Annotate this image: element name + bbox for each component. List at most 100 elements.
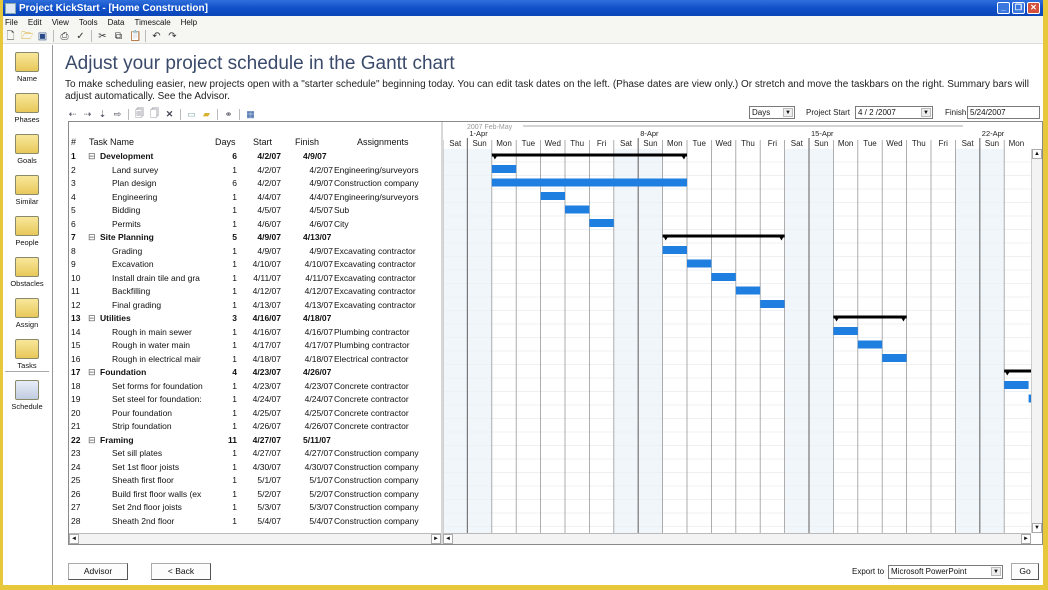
task-name[interactable]: Permits — [112, 219, 212, 229]
collapse-toggle-icon[interactable]: ⊟ — [88, 435, 98, 446]
task-start[interactable]: 4/23/07 — [237, 381, 281, 391]
task-row[interactable]: 10 Install drain tile and gra 1 4/11/07 4/11… — [69, 272, 441, 286]
task-start[interactable]: 4/2/07 — [237, 178, 281, 188]
sidebar-item-tasks[interactable]: Tasks — [3, 336, 51, 376]
task-name[interactable]: Set 2nd floor joists — [112, 502, 212, 512]
phase-row[interactable]: ⊟ 13 Utilities 3 4/16/07 4/18/07 — [69, 312, 441, 326]
menu-view[interactable]: View — [52, 18, 69, 27]
scroll-left-icon[interactable]: ◄ — [69, 534, 79, 544]
task-finish[interactable]: 4/10/07 — [281, 259, 333, 269]
task-start[interactable]: 4/6/07 — [237, 219, 281, 229]
task-assignment[interactable]: Engineering/surveyors — [334, 192, 441, 202]
sidebar-item-people[interactable]: People — [3, 213, 51, 253]
task-row[interactable]: 9 Excavation 1 4/10/07 4/10/07 Excavating con… — [69, 258, 441, 272]
task-finish[interactable]: 4/18/07 — [281, 354, 333, 364]
task-start[interactable]: 4/11/07 — [237, 273, 281, 283]
task-finish[interactable]: 4/5/07 — [281, 205, 333, 215]
collapse-toggle-icon[interactable]: ⊟ — [88, 367, 98, 378]
task-days[interactable]: 1 — [211, 340, 237, 350]
task-assignment[interactable]: Concrete contractor — [334, 421, 441, 431]
task-finish[interactable]: 4/23/07 — [281, 381, 333, 391]
task-days[interactable]: 1 — [211, 273, 237, 283]
paste-icon[interactable]: 📋 — [129, 31, 141, 42]
task-finish[interactable]: 4/16/07 — [281, 327, 333, 337]
open-folder-icon[interactable]: 🗁 — [21, 31, 33, 42]
task-name[interactable]: Backfilling — [112, 286, 212, 296]
task-finish[interactable]: 4/13/07 — [303, 232, 355, 242]
task-assignment[interactable]: Construction company — [334, 489, 441, 499]
task-days[interactable]: 11 — [211, 435, 237, 445]
scroll-up-icon[interactable]: ▲ — [1032, 149, 1042, 159]
task-start[interactable]: 4/5/07 — [237, 205, 281, 215]
task-finish[interactable]: 4/4/07 — [281, 192, 333, 202]
task-days[interactable]: 1 — [211, 489, 237, 499]
task-start[interactable]: 4/16/07 — [237, 327, 281, 337]
task-finish[interactable]: 4/26/07 — [281, 421, 333, 431]
task-name[interactable]: Rough in main sewer — [112, 327, 212, 337]
task-row[interactable]: 12 Final grading 1 4/13/07 4/13/07 Excavating… — [69, 299, 441, 313]
task-start[interactable]: 5/1/07 — [237, 475, 281, 485]
task-finish[interactable]: 4/26/07 — [303, 367, 355, 377]
collapse-toggle-icon[interactable]: ⊟ — [88, 232, 98, 243]
task-days[interactable]: 6 — [211, 178, 237, 188]
menu-data[interactable]: Data — [108, 18, 125, 27]
task-finish[interactable]: 4/9/07 — [281, 246, 333, 256]
sidebar-item-name[interactable]: Name — [3, 49, 51, 89]
chevron-down-icon[interactable]: ▼ — [921, 108, 931, 117]
task-finish[interactable]: 5/1/07 — [281, 475, 333, 485]
col-num-header[interactable]: # — [71, 137, 85, 147]
task-name[interactable]: Build first floor walls (ex — [112, 489, 212, 499]
task-days[interactable]: 1 — [211, 516, 237, 526]
task-start[interactable]: 4/26/07 — [237, 421, 281, 431]
task-assignment[interactable]: Construction company — [334, 502, 441, 512]
task-name[interactable]: Set 1st floor joists — [112, 462, 212, 472]
gantt-hscrollbar[interactable]: ◄ ► — [443, 533, 1031, 544]
chevron-down-icon[interactable]: ▼ — [783, 108, 793, 117]
task-days[interactable]: 1 — [211, 327, 237, 337]
task-row[interactable]: 8 Grading 1 4/9/07 4/9/07 Excavating contract… — [69, 245, 441, 259]
task-name[interactable]: Set sill plates — [112, 448, 212, 458]
task-days[interactable]: 1 — [211, 502, 237, 512]
task-assignment[interactable]: Excavating contractor — [334, 259, 441, 269]
table-hscrollbar[interactable]: ◄ ► — [69, 533, 441, 544]
task-name[interactable]: Bidding — [112, 205, 212, 215]
task-start[interactable]: 4/30/07 — [237, 462, 281, 472]
task-name[interactable]: Install drain tile and gra — [112, 273, 212, 283]
task-days[interactable]: 1 — [211, 381, 237, 391]
project-start-field[interactable]: 4 / 2 /2007 ▼ — [855, 106, 933, 119]
cut-icon[interactable]: ✂ — [97, 31, 108, 42]
task-name[interactable]: Set forms for foundation — [112, 381, 212, 391]
task-name[interactable]: Sheath first floor — [112, 475, 212, 485]
task-finish[interactable]: 4/2/07 — [281, 165, 333, 175]
task-days[interactable]: 1 — [211, 246, 237, 256]
task-finish[interactable]: 4/17/07 — [281, 340, 333, 350]
task-row[interactable]: 26 Build first floor walls (ex 1 5/2/07 5/2/… — [69, 488, 441, 502]
task-assignment[interactable]: Plumbing contractor — [334, 340, 441, 350]
redo-icon[interactable]: ↷ — [167, 31, 178, 42]
task-name[interactable]: Engineering — [112, 192, 212, 202]
task-finish[interactable]: 4/12/07 — [281, 286, 333, 296]
task-days[interactable]: 5 — [211, 232, 237, 242]
task-days[interactable]: 1 — [211, 300, 237, 310]
task-name[interactable]: Plan design — [112, 178, 212, 188]
task-assignment[interactable]: Engineering/surveyors — [334, 165, 441, 175]
task-days[interactable]: 1 — [211, 219, 237, 229]
task-name[interactable]: Final grading — [112, 300, 212, 310]
sidebar-item-goals[interactable]: Goals — [3, 131, 51, 171]
task-start[interactable]: 4/18/07 — [237, 354, 281, 364]
task-assignment[interactable]: Excavating contractor — [334, 286, 441, 296]
task-assignment[interactable]: Construction company — [334, 475, 441, 485]
menu-edit[interactable]: Edit — [28, 18, 42, 27]
task-finish[interactable]: 4/6/07 — [281, 219, 333, 229]
advisor-button[interactable]: Advisor — [68, 563, 128, 580]
new-file-icon[interactable]: 🗋 — [5, 31, 16, 42]
task-row[interactable]: 28 Sheath 2nd floor 1 5/4/07 5/4/07 Construct… — [69, 515, 441, 529]
minimize-button[interactable]: _ — [997, 2, 1010, 14]
task-row[interactable]: 11 Backfilling 1 4/12/07 4/12/07 Excavating c… — [69, 285, 441, 299]
task-days[interactable]: 1 — [211, 475, 237, 485]
task-finish[interactable]: 4/30/07 — [281, 462, 333, 472]
task-name[interactable]: Rough in electrical mair — [112, 354, 212, 364]
timescale-select[interactable]: Days ▼ — [749, 106, 795, 119]
scroll-down-icon[interactable]: ▼ — [1032, 523, 1042, 533]
sidebar-item-phases[interactable]: Phases — [3, 90, 51, 130]
